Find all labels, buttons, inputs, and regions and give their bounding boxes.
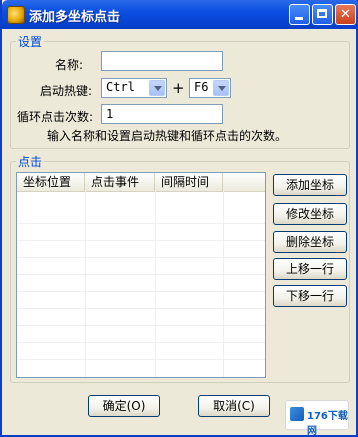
chevron-down-icon[interactable] [213,80,229,96]
settings-group-title: 设置 [16,33,45,50]
edit-coordinate-button[interactable]: 修改坐标 [273,203,347,225]
move-up-button[interactable]: 上移一行 [273,258,347,280]
watermark-text: 176下载网 [307,411,348,437]
coordinate-list[interactable]: 坐标位置 点击事件 间隔时间 [16,172,266,378]
close-button[interactable]: ✕ [335,4,356,25]
key-select[interactable]: F6 [189,78,231,98]
column-header[interactable]: 间隔时间 [155,173,223,191]
modifier-value: Ctrl [106,80,135,94]
app-icon [7,6,25,24]
title-bar[interactable]: 添加多坐标点击 ✕ [2,0,358,29]
list-row-line [17,275,265,292]
count-input[interactable]: 1 [101,104,223,124]
name-label: 名称: [55,58,84,72]
list-row-line [17,258,265,275]
list-row-line [17,241,265,258]
key-value: F6 [194,80,209,94]
maximize-button[interactable] [312,4,333,25]
count-label: 循环点击次数: [17,110,94,124]
list-row-line [17,224,265,241]
name-input[interactable] [101,51,223,71]
plus-sign: + [172,79,185,97]
list-row-line [17,326,265,343]
list-row-line [17,207,265,224]
window-title: 添加多坐标点击 [29,10,121,25]
list-header: 坐标位置 点击事件 间隔时间 [17,173,265,192]
minimize-icon [295,17,303,20]
maximize-icon [317,9,327,18]
column-header[interactable]: 坐标位置 [17,173,85,191]
list-row-line [17,309,265,326]
close-icon: ✕ [340,7,351,22]
minimize-button[interactable] [289,4,310,25]
add-coordinate-button[interactable]: 添加坐标 [273,174,347,196]
dialog-window: 添加多坐标点击 ✕ 设置 名称: 启动热键: Ctrl + F6 循环点击次数:… [0,0,358,437]
delete-coordinate-button[interactable]: 删除坐标 [273,231,347,253]
watermark-badge: 176下载网 [285,400,349,437]
list-row-line [17,292,265,309]
modifier-select[interactable]: Ctrl [101,78,167,98]
move-down-button[interactable]: 下移一行 [273,285,347,307]
watermark-logo-icon [290,407,304,421]
hotkey-label: 启动热键: [40,84,93,98]
column-header[interactable]: 点击事件 [85,173,155,191]
click-group-title: 点击 [16,153,45,170]
chevron-down-icon[interactable] [149,80,165,96]
list-row-line [17,343,265,360]
cancel-button[interactable]: 取消(C) [198,395,270,417]
ok-button[interactable]: 确定(O) [88,395,160,417]
hint-text: 输入名称和设置启动热键和循环点击的次数。 [47,129,288,143]
